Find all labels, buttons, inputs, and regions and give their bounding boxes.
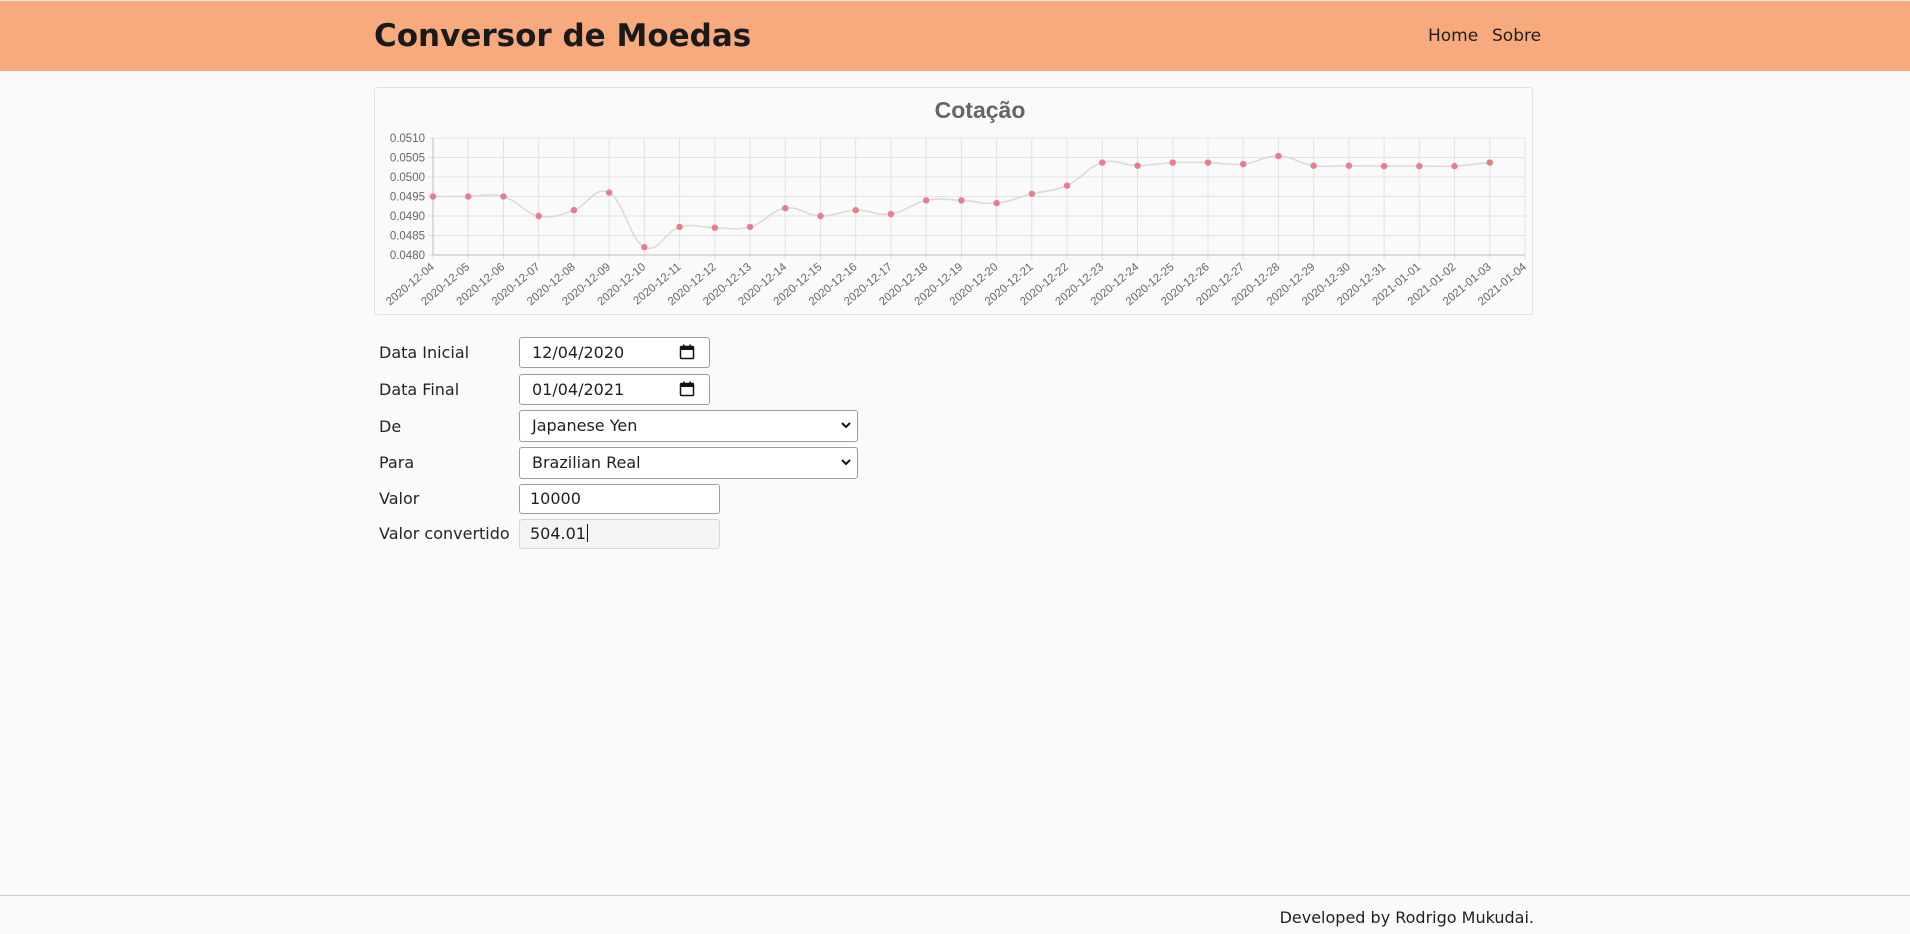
- data-point: [1028, 190, 1036, 197]
- valor-value: 10000: [530, 489, 581, 508]
- footer: Developed by Rodrigo Mukudai.: [0, 895, 1910, 934]
- data-inicial-label: Data Inicial: [379, 343, 470, 362]
- de-select[interactable]: Japanese Yen: [519, 410, 858, 442]
- data-point: [922, 197, 930, 204]
- y-tick-label: 0.0480: [390, 250, 425, 262]
- data-inicial-value: 12/04/2020: [532, 343, 625, 362]
- data-point: [993, 199, 1000, 207]
- data-point: [1486, 159, 1493, 166]
- data-point: [1275, 152, 1282, 160]
- para-select[interactable]: Brazilian Real: [519, 447, 858, 479]
- valor-label: Valor: [379, 489, 420, 508]
- data-point: [746, 223, 754, 231]
- text-caret: [586, 524, 588, 542]
- data-point: [852, 206, 859, 214]
- data-point: [1134, 162, 1141, 169]
- de-label: De: [379, 417, 402, 436]
- data-final-input[interactable]: 01/04/2021: [519, 374, 710, 405]
- valor-convertido-label: Valor convertido: [379, 524, 510, 543]
- data-point: [641, 244, 648, 251]
- data-point: [817, 212, 824, 220]
- navbar: Conversor de Moedas Home Sobre: [0, 0, 1910, 71]
- data-point: [711, 224, 719, 231]
- data-inicial-input[interactable]: 12/04/2020: [519, 337, 710, 368]
- data-point: [1310, 162, 1317, 169]
- y-tick-label: 0.0485: [390, 231, 425, 243]
- para-value: Brazilian Real: [532, 453, 641, 472]
- nav-link-home[interactable]: Home: [1428, 26, 1478, 46]
- y-tick-label: 0.0495: [390, 192, 425, 204]
- y-tick-label: 0.0510: [390, 133, 425, 145]
- data-point: [676, 223, 683, 231]
- data-final-value: 01/04/2021: [532, 380, 625, 399]
- data-point: [782, 205, 789, 212]
- para-label: Para: [379, 453, 415, 472]
- data-point: [1169, 159, 1176, 166]
- chevron-down-icon: [841, 459, 851, 466]
- data-point: [1345, 162, 1353, 169]
- y-tick-label: 0.0505: [390, 153, 425, 165]
- data-point: [1380, 162, 1388, 170]
- data-point: [958, 197, 965, 204]
- data-point: [1451, 162, 1458, 170]
- valor-convertido-value: 504.01: [530, 524, 586, 543]
- data-point: [1099, 159, 1106, 166]
- data-point: [1239, 160, 1247, 168]
- footer-credit: Developed by Rodrigo Mukudai.: [1279, 908, 1534, 927]
- data-point: [1416, 162, 1423, 170]
- brand-link[interactable]: Conversor de Moedas: [374, 18, 751, 54]
- valor-convertido-input[interactable]: 504.01: [519, 519, 720, 549]
- data-point: [1063, 182, 1071, 189]
- de-value: Japanese Yen: [532, 416, 638, 435]
- data-point: [1204, 159, 1212, 166]
- data-point: [465, 193, 472, 200]
- data-point: [605, 189, 613, 196]
- data-point: [500, 193, 507, 200]
- y-tick-label: 0.0500: [390, 172, 425, 184]
- data-point: [570, 206, 578, 214]
- chart-card: Cotação 0.0480 0.0485 0.0490 0.0495 0.0500 0.0…: [374, 87, 1533, 315]
- calendar-icon[interactable]: [679, 344, 695, 360]
- data-final-label: Data Final: [379, 380, 460, 399]
- valor-input[interactable]: 10000: [519, 484, 720, 514]
- calendar-icon[interactable]: [679, 381, 695, 397]
- data-point: [535, 212, 542, 220]
- data-point: [429, 193, 437, 200]
- y-tick-label: 0.0490: [390, 211, 425, 223]
- chart-title: Cotação: [935, 97, 1026, 123]
- nav-link-sobre[interactable]: Sobre: [1492, 26, 1541, 46]
- data-point: [887, 210, 895, 218]
- cotacao-chart: Cotação 0.0480 0.0485 0.0490 0.0495 0.0500 0.0…: [384, 97, 1529, 308]
- chevron-down-icon: [841, 422, 851, 429]
